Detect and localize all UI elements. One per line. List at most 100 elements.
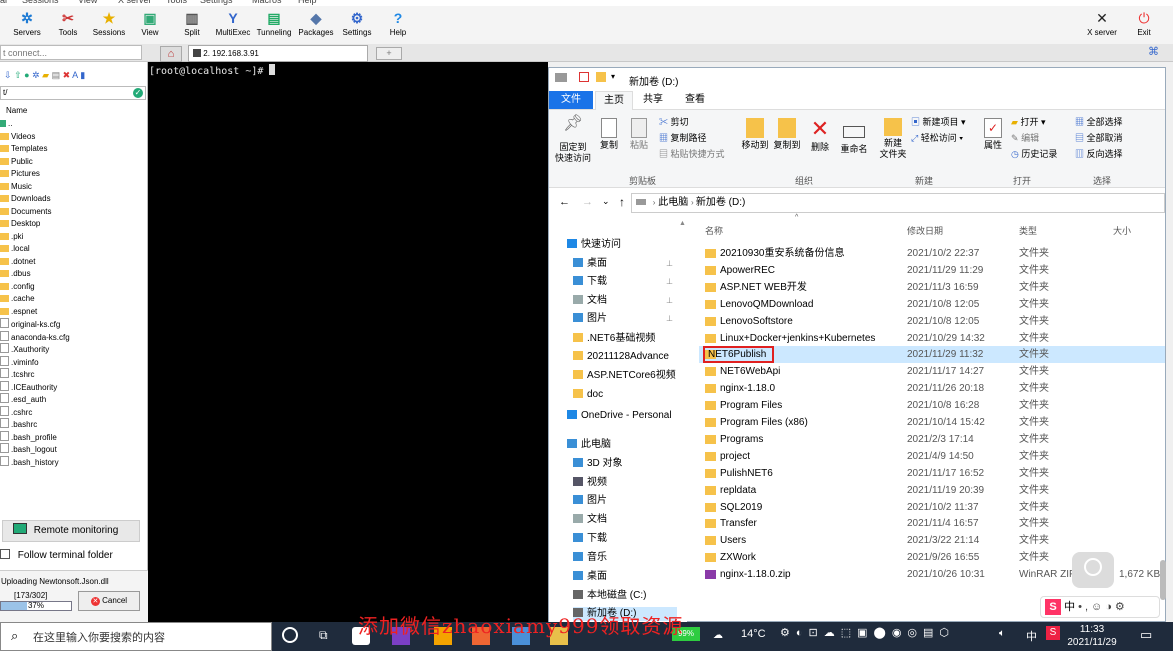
file-row[interactable]: ASP.NET WEB开发 2021/11/3 16:59 文件夹 [699, 279, 1165, 296]
file-row[interactable]: Transfer 2021/11/4 16:57 文件夹 [699, 515, 1165, 532]
attach-icon[interactable]: ⌘ [1148, 45, 1159, 58]
column-name[interactable]: 名称 [705, 224, 723, 237]
column-type[interactable]: 类型 [1019, 224, 1037, 237]
menu-sessions[interactable]: Sessions [22, 0, 59, 5]
sftp-item[interactable]: .local [0, 243, 30, 255]
sftp-item[interactable]: .bashrc [0, 418, 37, 430]
tab-share[interactable]: 共享 [635, 91, 671, 109]
quick-connect-input[interactable]: t connect... [0, 45, 142, 60]
view-button[interactable]: ▣ View [128, 8, 172, 44]
sftp-item[interactable]: Templates [0, 143, 47, 155]
up-arrow-icon[interactable]: ↑ [619, 195, 625, 209]
nav-item[interactable]: ASP.NETCore6视频 [573, 369, 677, 383]
nav-item[interactable]: .NET6基础视频 [573, 332, 677, 346]
file-row[interactable]: nginx-1.18.0 2021/11/26 20:18 文件夹 [699, 380, 1165, 397]
upload-icon[interactable]: ⇧ [14, 70, 22, 80]
pin-quick-access-button[interactable]: 📌︎ 固定到 快速访问 [553, 116, 593, 164]
side-scrollbar[interactable] [1160, 560, 1166, 600]
ime-indicator[interactable]: 中 [1026, 628, 1037, 644]
menu-macros[interactable]: Macros [252, 0, 282, 5]
volume-icon[interactable]: 🔈︎ [999, 628, 1005, 639]
column-modified-date[interactable]: 修改日期 [907, 224, 943, 237]
forward-arrow-icon[interactable]: → [582, 196, 593, 208]
file-row[interactable]: Program Files 2021/10/8 16:28 文件夹 [699, 397, 1165, 414]
pin-icon[interactable]: ⊥ [666, 257, 673, 271]
file-row[interactable]: NET6WebApi 2021/11/17 14:27 文件夹 [699, 363, 1165, 380]
scroll-up-icon[interactable]: ▲ [679, 220, 686, 227]
nav-item[interactable]: 音乐 [573, 551, 677, 565]
sftp-item[interactable]: Desktop [0, 218, 40, 230]
breadcrumb-this-pc[interactable]: 此电脑 [658, 197, 688, 208]
menu-view[interactable]: View [78, 0, 97, 5]
recent-locations-icon[interactable]: ⌄ [602, 196, 610, 207]
nav-item[interactable]: OneDrive - Personal [567, 409, 677, 423]
sftp-item[interactable]: .ICEauthority [0, 380, 57, 393]
multiexec-button[interactable]: Y MultiExec [211, 8, 255, 44]
nav-item[interactable]: 本地磁盘 (C:) [573, 589, 677, 603]
file-row[interactable]: Linux+Docker+jenkins+Kubernetes 2021/10/2… [699, 330, 1165, 347]
xserver-button[interactable]: ✕ X server [1080, 8, 1124, 44]
file-row[interactable]: LenovoQMDownload 2021/10/8 12:05 文件夹 [699, 296, 1165, 313]
sftp-item[interactable]: .bash_history [0, 455, 59, 468]
file-row[interactable]: 20210930重安系统备份信息 2021/10/2 22:37 文件夹 [699, 245, 1165, 262]
tools-button[interactable]: ✂ Tools [46, 8, 90, 44]
file-row[interactable]: Program Files (x86) 2021/10/14 15:42 文件夹 [699, 414, 1165, 431]
sftp-item[interactable]: .tcshrc [0, 368, 35, 380]
tab-home[interactable]: 主页 [595, 91, 633, 110]
nav-item[interactable]: 桌面 [573, 570, 677, 584]
sftp-item[interactable]: Pictures [0, 168, 40, 180]
properties-button[interactable]: ✓ 属性 [979, 118, 1007, 151]
new-tab-button[interactable]: + [376, 47, 402, 60]
home-tab[interactable]: ⌂ [160, 46, 182, 62]
sftp-item[interactable]: .pki [0, 231, 23, 243]
sftp-item[interactable]: .Xauthority [0, 343, 49, 355]
delete-icon[interactable]: ✖ [63, 70, 71, 80]
follow-folder-option[interactable]: Follow terminal folder [0, 549, 146, 563]
file-row[interactable]: SQL2019 2021/10/2 11:37 文件夹 [699, 499, 1165, 516]
menu-x-server[interactable]: X server [118, 0, 152, 5]
weather-icon[interactable]: ☁ [713, 630, 723, 641]
menu-al[interactable]: al [0, 0, 7, 5]
paste-shortcut-button[interactable]: ▤ 粘贴快捷方式 [659, 148, 725, 160]
ime-toolbar[interactable]: S 中 •,☺◑⚙ [1040, 596, 1160, 618]
exit-button[interactable]: ⏻ Exit [1122, 8, 1166, 44]
edit-button[interactable]: ✎ 编辑 [1011, 132, 1039, 144]
sftp-item[interactable]: .espnet [0, 306, 37, 318]
sftp-item[interactable]: Documents [0, 206, 51, 218]
new-item-button[interactable]: ▣ 新建项目 ▾ [911, 116, 966, 128]
tray-icons[interactable]: ⚙◐⊡☁⬚▣⬤◉◎▤⬡ [780, 626, 1010, 644]
address-bar[interactable]: › 此电脑 › 新加卷 (D:) [631, 193, 1165, 213]
tab-file[interactable]: 文件 [549, 91, 593, 109]
notification-icon[interactable]: ▭ [1140, 627, 1152, 643]
menu-tools[interactable]: Tools [166, 0, 187, 5]
customize-quick-icon[interactable]: ▾ [611, 72, 615, 81]
cortana-icon[interactable] [282, 627, 298, 643]
sftp-item[interactable]: anaconda-ks.cfg [0, 330, 70, 343]
nav-item[interactable]: 20211128Advance [573, 350, 677, 364]
paste-button[interactable]: 粘贴 [625, 118, 653, 151]
pin-icon[interactable]: ⊥ [666, 312, 673, 326]
new-file-icon[interactable]: ▤ [52, 70, 61, 80]
sftp-item[interactable]: Videos [0, 131, 35, 143]
nav-item[interactable]: 此电脑 [567, 438, 677, 452]
select-none-button[interactable]: ▤ 全部取消 [1075, 132, 1123, 144]
nav-item[interactable]: 文档 [573, 513, 677, 527]
sftp-item[interactable]: .config [0, 281, 35, 293]
nav-item[interactable]: 下载 ⊥ [573, 275, 677, 289]
sftp-item[interactable]: .bash_logout [0, 443, 57, 455]
file-row[interactable]: LenovoSoftstore 2021/10/8 12:05 文件夹 [699, 313, 1165, 330]
remote-monitoring-button[interactable]: Remote monitoring [2, 520, 140, 542]
refresh-icon[interactable]: ● [24, 70, 29, 80]
pin-icon[interactable]: ⊥ [666, 275, 673, 289]
move-to-button[interactable]: 移动到 [739, 118, 771, 151]
sftp-item[interactable]: Music [0, 181, 32, 193]
sftp-item[interactable]: .. [0, 118, 12, 130]
invert-selection-button[interactable]: ▥ 反向选择 [1075, 148, 1123, 160]
easy-access-button[interactable]: ⤢ 轻松访问 ▾ [911, 132, 963, 144]
tab-view[interactable]: 查看 [675, 91, 715, 109]
pin-icon[interactable]: ⊥ [666, 294, 673, 308]
packages-button[interactable]: ◆ Packages [294, 8, 338, 44]
history-button[interactable]: ◷ 历史记录 [1011, 148, 1057, 160]
nav-item[interactable]: 图片 [573, 494, 677, 508]
split-button[interactable]: ▥ Split [170, 8, 214, 44]
